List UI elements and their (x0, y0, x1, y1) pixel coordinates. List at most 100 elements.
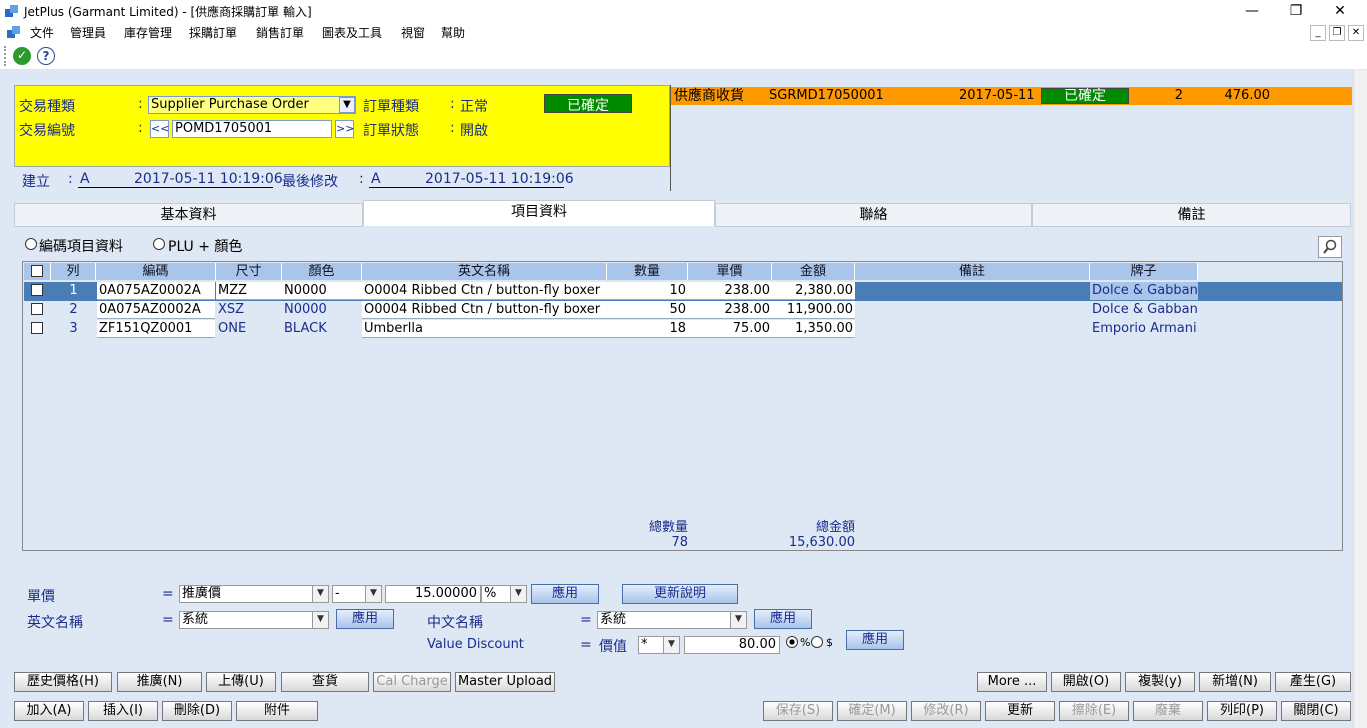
row-unit-price[interactable]: 238.00 (688, 282, 772, 300)
apply-chinese-name-button[interactable]: 應用 (754, 609, 812, 629)
col-header-amount[interactable]: 金額 (772, 263, 855, 280)
open-button[interactable]: 開啟(O) (1051, 672, 1121, 692)
col-header-english-name[interactable]: 英文名稱 (362, 263, 607, 280)
col-header-remark[interactable]: 備註 (855, 263, 1090, 280)
col-header-brand[interactable]: 牌子 (1090, 263, 1198, 280)
menu-window[interactable]: 視窗 (401, 24, 425, 41)
row-remark[interactable] (855, 320, 1090, 338)
col-header-size[interactable]: 尺寸 (216, 263, 282, 280)
price-history-button[interactable]: 歷史價格(H) (14, 672, 112, 692)
menu-charts-tools[interactable]: 圖表及工具 (322, 24, 382, 41)
row-unit-price[interactable]: 75.00 (688, 320, 772, 338)
chevron-down-icon[interactable]: ▼ (365, 586, 381, 602)
apply-price-button[interactable]: 應用 (531, 584, 599, 604)
discard-button[interactable]: 廢棄 (1133, 701, 1203, 721)
next-record-button[interactable]: >> (335, 120, 354, 138)
chevron-down-icon[interactable]: ▼ (312, 612, 328, 628)
tab-basic-info[interactable]: 基本資料 (14, 203, 363, 227)
generate-button[interactable]: 產生(G) (1275, 672, 1351, 692)
promotion-button[interactable]: 推廣(N) (117, 672, 202, 692)
chevron-down-icon[interactable]: ▼ (510, 586, 526, 602)
row-checkbox[interactable] (31, 303, 43, 315)
update-button[interactable]: 更新 (985, 701, 1055, 721)
col-header-qty[interactable]: 數量 (607, 263, 688, 280)
row-code[interactable]: ZF151QZ0001 (97, 320, 215, 338)
row-qty[interactable]: 10 (607, 282, 688, 300)
upload-button[interactable]: 上傳(U) (206, 672, 276, 692)
cal-charge-button[interactable]: Cal Charge (373, 672, 451, 692)
row-unit-price[interactable]: 238.00 (688, 301, 772, 319)
tab-remarks[interactable]: 備註 (1032, 203, 1351, 227)
modify-button[interactable]: 修改(R) (911, 701, 981, 721)
erase-button[interactable]: 擦除(E) (1059, 701, 1129, 721)
close-form-button[interactable]: 關閉(C) (1281, 701, 1351, 721)
mdi-close-button[interactable]: ✕ (1348, 25, 1364, 41)
col-header-code[interactable]: 編碼 (96, 263, 216, 280)
english-name-select[interactable]: 系統 (179, 611, 329, 629)
print-button[interactable]: 列印(P) (1207, 701, 1277, 721)
more-button[interactable]: More ... (977, 672, 1047, 692)
menu-sales-order[interactable]: 銷售訂單 (256, 24, 304, 41)
mdi-minimize-button[interactable]: _ (1310, 25, 1326, 41)
update-description-button[interactable]: 更新說明 (622, 584, 738, 604)
prev-record-button[interactable]: << (150, 120, 169, 138)
help-icon[interactable]: ? (37, 47, 55, 65)
row-brand[interactable]: Dolce & Gabbana (1090, 301, 1198, 319)
apply-value-discount-button[interactable]: 應用 (846, 630, 904, 650)
col-header-no[interactable]: 列 (51, 263, 96, 280)
select-all-checkbox[interactable] (31, 265, 43, 277)
minimize-button[interactable]: — (1230, 2, 1274, 20)
vertical-scrollbar[interactable] (1353, 70, 1367, 728)
col-header-color[interactable]: 顏色 (282, 263, 362, 280)
row-checkbox[interactable] (31, 322, 43, 334)
tab-contact[interactable]: 聯絡 (715, 203, 1032, 227)
price-adjust-input[interactable]: 15.00000 (385, 585, 481, 603)
attachment-button[interactable]: 附件 (236, 701, 318, 721)
tab-item-info[interactable]: 項目資料 (363, 200, 715, 226)
close-button[interactable]: ✕ (1318, 2, 1362, 20)
price-type-select[interactable]: 推廣價 (179, 585, 329, 603)
mdi-restore-button[interactable]: ❐ (1329, 25, 1345, 41)
menu-admin[interactable]: 管理員 (70, 24, 106, 41)
value-amount-input[interactable]: 80.00 (684, 636, 780, 654)
apply-english-name-button[interactable]: 應用 (336, 609, 394, 629)
menu-help[interactable]: 幫助 (441, 24, 465, 41)
col-header-unit-price[interactable]: 單價 (688, 263, 772, 280)
search-icon[interactable] (1318, 236, 1342, 258)
row-brand[interactable]: Emporio Armani (1090, 320, 1198, 338)
row-english-name[interactable]: O0004 Ribbed Ctn / button-fly boxer (362, 282, 607, 300)
chevron-down-icon[interactable]: ▼ (312, 586, 328, 602)
row-size[interactable]: ONE (216, 320, 282, 338)
row-color[interactable]: BLACK (282, 320, 362, 338)
insert-button[interactable]: 插入(I) (88, 701, 158, 721)
row-size[interactable]: MZZ (216, 282, 282, 300)
delete-button[interactable]: 刪除(D) (162, 701, 232, 721)
row-code[interactable]: 0A075AZ0002A (97, 282, 215, 300)
menu-purchase-order[interactable]: 採購訂單 (189, 24, 237, 41)
chevron-down-icon[interactable]: ▼ (663, 637, 679, 653)
check-stock-button[interactable]: 查貨 (281, 672, 369, 692)
mdi-app-icon[interactable] (7, 25, 21, 39)
row-remark[interactable] (855, 301, 1090, 319)
menu-inventory[interactable]: 庫存管理 (124, 24, 172, 41)
confirm-button[interactable]: 確定(M) (837, 701, 907, 721)
row-amount[interactable]: 2,380.00 (772, 282, 855, 300)
radio-plu-color[interactable] (153, 238, 165, 250)
radio-dollar[interactable] (811, 636, 823, 648)
row-amount[interactable]: 1,350.00 (772, 320, 855, 338)
chevron-down-icon[interactable]: ▼ (730, 612, 746, 628)
copy-button[interactable]: 複製(y) (1125, 672, 1195, 692)
confirm-check-icon[interactable]: ✓ (13, 47, 31, 65)
row-size[interactable]: XSZ (216, 301, 282, 319)
row-english-name[interactable]: O0004 Ribbed Ctn / button-fly boxer (362, 301, 607, 319)
chinese-name-select[interactable]: 系統 (597, 611, 747, 629)
restore-button[interactable]: ❐ (1274, 2, 1318, 20)
row-code[interactable]: 0A075AZ0002A (97, 301, 215, 319)
radio-percent[interactable] (786, 636, 798, 648)
row-remark[interactable] (855, 282, 1090, 300)
chevron-down-icon[interactable]: ▼ (339, 97, 355, 113)
radio-coded-items[interactable] (25, 238, 37, 250)
row-color[interactable]: N0000 (282, 282, 362, 300)
menu-file[interactable]: 文件 (30, 24, 54, 41)
row-qty[interactable]: 50 (607, 301, 688, 319)
